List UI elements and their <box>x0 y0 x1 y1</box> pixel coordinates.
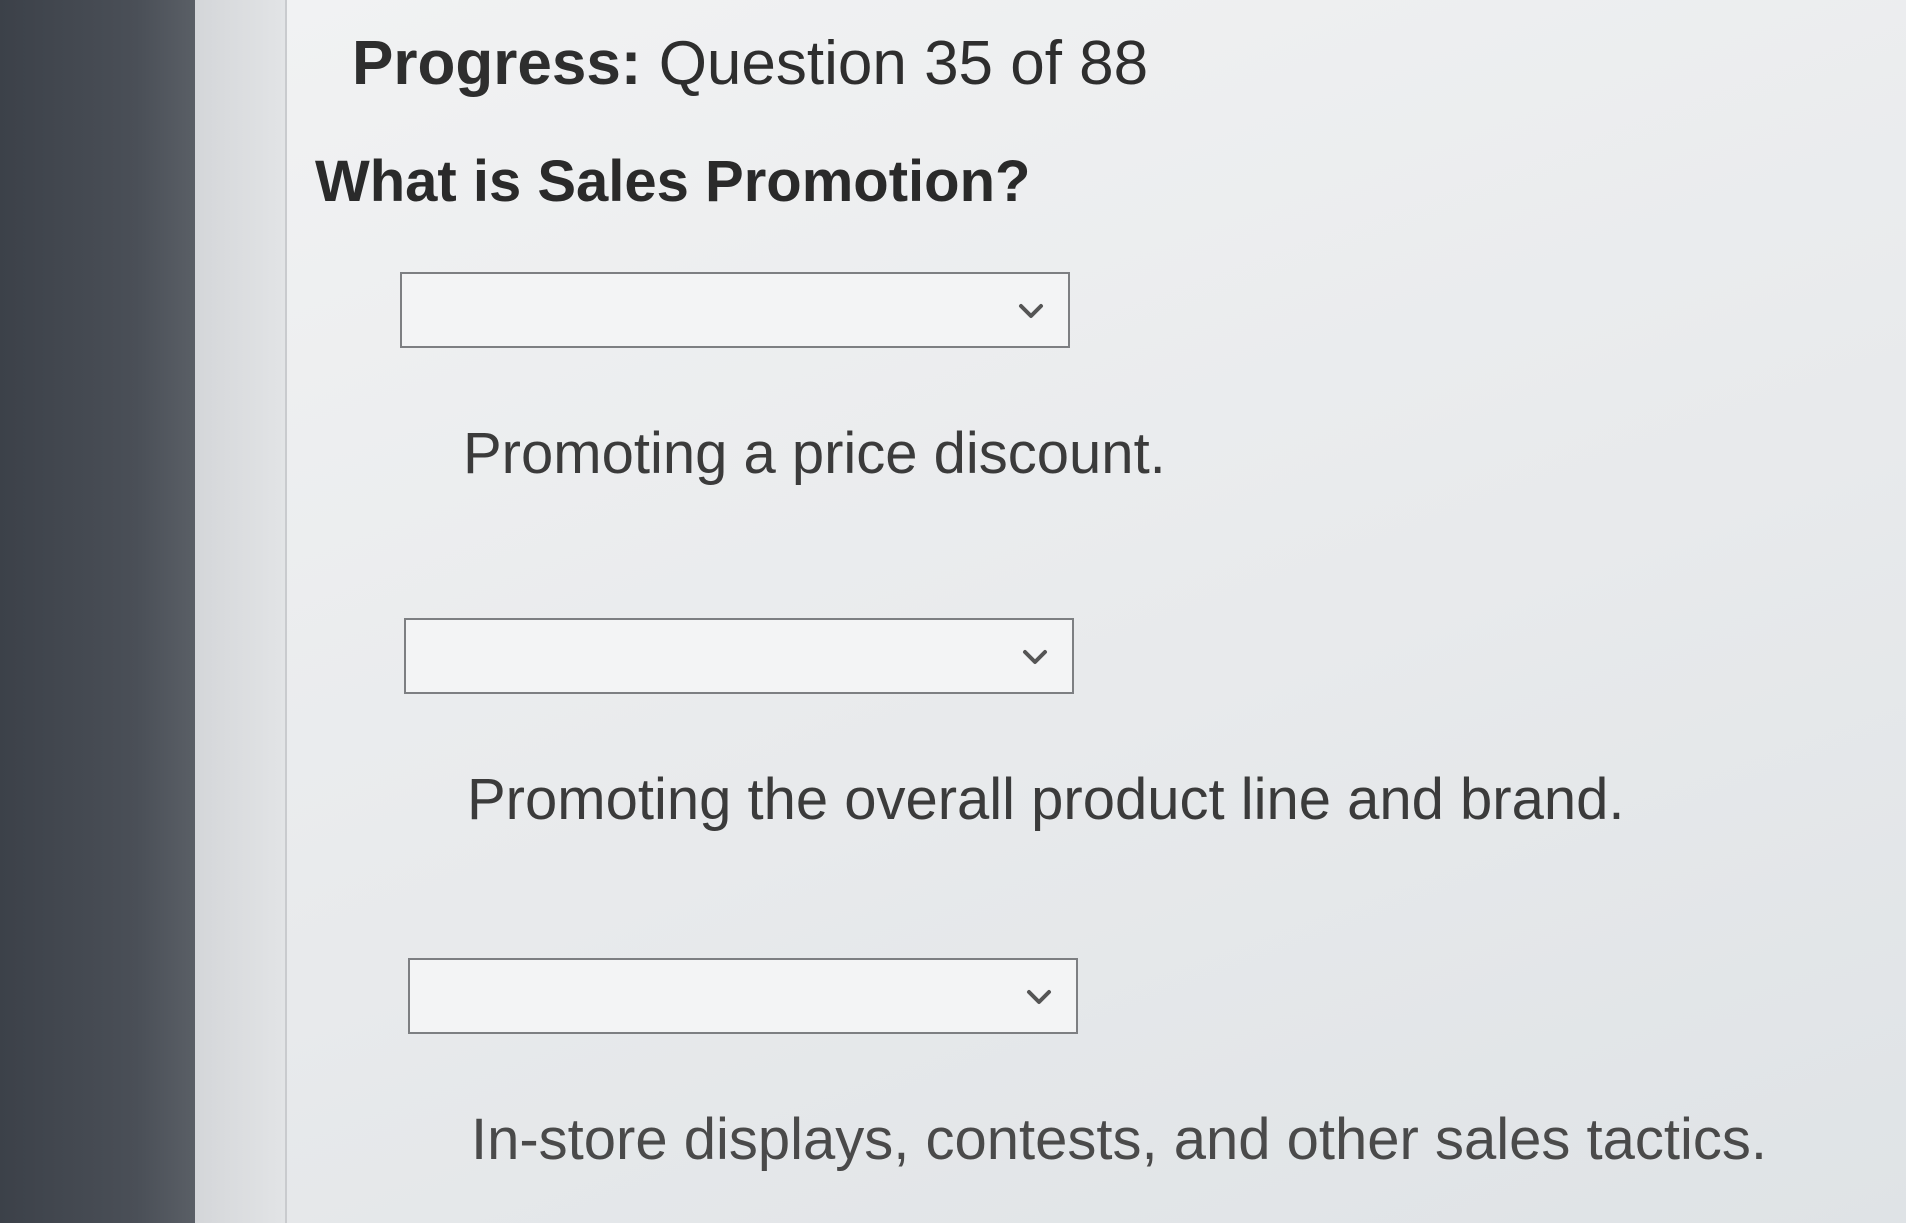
chevron-down-icon <box>1019 304 1043 318</box>
progress-text: Question 35 of 88 <box>658 29 1149 98</box>
chevron-down-icon <box>1027 990 1051 1004</box>
chevron-down-icon <box>1023 650 1047 664</box>
progress-indicator: Progress: Question 35 of 88 <box>352 28 1148 99</box>
answer-dropdown-1[interactable] <box>400 272 1070 348</box>
answer-dropdown-3[interactable] <box>408 958 1078 1034</box>
left-gutter <box>195 0 287 1223</box>
answer-dropdown-2[interactable] <box>404 618 1074 694</box>
option-description-3: In-store displays, contests, and other s… <box>471 1107 1767 1172</box>
monitor-bezel <box>0 0 195 1223</box>
progress-label: Progress: <box>352 29 642 98</box>
option-description-2: Promoting the overall product line and b… <box>467 767 1625 832</box>
option-description-1: Promoting a price discount. <box>463 421 1166 486</box>
question-title: What is Sales Promotion? <box>315 149 1031 214</box>
